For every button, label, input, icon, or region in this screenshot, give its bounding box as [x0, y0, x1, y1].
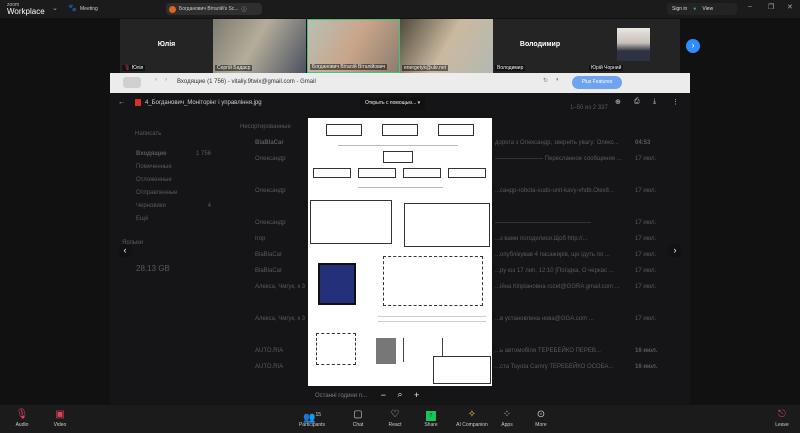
share-icon: ↑	[411, 408, 451, 422]
leave-icon: ⎋	[778, 409, 786, 420]
reload-icon[interactable]: ↻	[543, 77, 548, 84]
info-icon[interactable]: ⓘ	[241, 6, 246, 13]
participant-video-tile[interactable]: energetyk@ukr.net	[400, 19, 493, 73]
participant-tile[interactable]: Юрій Чорний	[587, 19, 680, 73]
back-icon[interactable]: ‹	[155, 77, 157, 83]
more-options-icon[interactable]: ⋮	[672, 98, 679, 106]
participant-name-large: Юлія	[157, 41, 176, 48]
plus-features-button[interactable]: Plus Features	[572, 76, 622, 89]
print-icon[interactable]: ⎙	[634, 98, 640, 106]
compose-button: Написать	[135, 131, 162, 137]
chat-button[interactable]: ▢ Chat	[338, 408, 378, 428]
leave-button[interactable]: ⎋ Leave	[762, 408, 800, 428]
meeting-paw-icon: 🐾	[68, 5, 77, 12]
participant-name: Сергій Бадаєр	[215, 65, 253, 71]
participant-tile[interactable]: Володимир Володимир	[493, 19, 587, 73]
email-peek-text: Останні години п...	[315, 393, 368, 399]
folder-inbox: Входящие 1 756	[136, 151, 211, 157]
diagram-block	[383, 151, 413, 163]
react-button[interactable]: ♡ React	[375, 408, 415, 428]
sensor-diagram	[376, 338, 396, 364]
heart-icon: ♡	[390, 409, 400, 420]
participant-name: Богданович Віталій Віталійович	[310, 64, 388, 70]
document-image	[308, 118, 492, 386]
browser-title: Входящие (1 756) - vitaliy.9twix@gmail.c…	[177, 79, 316, 85]
header-actions: Sign in ● View	[667, 3, 737, 15]
gmail-folder-list: Входящие 1 756 Помеченные Отложенные Отпр…	[116, 151, 211, 229]
open-with-label: Открыть с помощью...	[365, 100, 417, 106]
previous-image-button[interactable]: ‹	[118, 244, 132, 258]
browser-title-bar: ‹ › Входящие (1 756) - vitaliy.9twix@gma…	[110, 73, 690, 93]
folder-starred: Помеченные	[136, 164, 172, 170]
participant-tile[interactable]: Юлія 🎙 Юлія	[120, 19, 213, 73]
folder-drafts: Черновики 4	[136, 203, 211, 209]
participants-button[interactable]: 👥15 Participants	[292, 408, 332, 428]
sign-in-button[interactable]: Sign in	[672, 6, 687, 12]
device-photo	[318, 263, 356, 305]
maximize-icon[interactable]: ❐	[768, 3, 774, 11]
screen-share-pill[interactable]: Богданович Віталій's Sc... ⓘ	[166, 3, 262, 15]
share-indicator-icon	[169, 5, 176, 13]
mic-muted-icon: 🎙	[124, 65, 131, 71]
back-arrow-icon[interactable]: ←	[118, 99, 125, 106]
participant-name: Володимир	[495, 65, 526, 71]
minimize-icon[interactable]: –	[748, 3, 752, 10]
video-off-icon: ▣	[55, 409, 65, 420]
participant-video-tile[interactable]: Сергій Бадаєр	[213, 19, 306, 73]
diagram-block	[326, 124, 362, 136]
participant-video-tile-active[interactable]: Богданович Віталій Віталійович	[307, 19, 400, 73]
zoom-controls: − ⌕ +	[375, 386, 425, 403]
participant-name: Юрій Чорний	[589, 65, 624, 71]
participants-icon: 👥15	[302, 412, 321, 424]
share-button[interactable]: ↑ Share	[411, 408, 451, 428]
storage-used: 28.13 GB	[136, 264, 170, 273]
next-participants-button[interactable]: ›	[686, 39, 700, 53]
zoom-out-button[interactable]: −	[381, 390, 386, 400]
title-block	[433, 356, 491, 384]
meeting-label: Meeting	[80, 6, 98, 12]
chevron-down-icon[interactable]: ⌄	[52, 4, 58, 12]
chat-icon: ▢	[353, 409, 363, 420]
folder-sent: Отправленные	[136, 190, 178, 196]
circuit-diagram	[383, 256, 483, 306]
add-to-drive-icon[interactable]: ⊕	[615, 98, 621, 106]
zoom-title-bar: zoom Workplace ⌄ 🐾 Meeting Богданович Ві…	[0, 0, 800, 18]
image-file-icon	[135, 99, 141, 106]
participant-name: 🎙 Юлія	[122, 65, 146, 71]
share-pill-label: Богданович Віталій's Sc...	[179, 6, 239, 12]
security-shield-icon[interactable]: ●	[693, 6, 696, 12]
image-viewer: ← 4_Богданович_Моніторінг і управління.j…	[110, 93, 690, 410]
close-icon[interactable]: ✕	[787, 3, 793, 11]
tab-primary: Несортированные	[240, 124, 291, 130]
diagram-block	[382, 124, 418, 136]
file-name: 4_Богданович_Моніторінг і управління.jpg	[145, 100, 262, 106]
participant-name-large: Володимир	[519, 41, 561, 48]
video-button[interactable]: ▣ Video	[40, 408, 80, 428]
tab-icon[interactable]	[123, 77, 141, 88]
theme-icon[interactable]: ◐	[556, 77, 560, 83]
shared-screen: ‹ › Входящие (1 756) - vitaliy.9twix@gma…	[110, 73, 690, 410]
more-icon: ⊙	[536, 409, 546, 420]
participant-name: energetyk@ukr.net	[402, 65, 449, 71]
audio-button[interactable]: 🎙 Audio	[2, 408, 42, 428]
diagram-block	[438, 124, 474, 136]
zoom-logo: Workplace	[7, 7, 45, 16]
meeting-toolbar: 🎙 Audio ▣ Video 👥15 Participants ▢ Chat ♡ Rea…	[0, 405, 800, 433]
more-button[interactable]: ⊙ More	[521, 408, 561, 428]
circuit-diagram	[316, 333, 356, 365]
table	[404, 203, 490, 247]
participant-avatar	[617, 28, 650, 61]
zoom-fit-button[interactable]: ⌕	[397, 389, 402, 400]
zoom-in-button[interactable]: +	[414, 390, 419, 400]
forward-icon[interactable]: ›	[165, 77, 167, 83]
view-button[interactable]: View	[702, 6, 713, 12]
folder-more: Ещё	[136, 216, 149, 222]
mic-muted-icon: 🎙	[15, 409, 29, 420]
pagination: 1–50 из 2 337	[570, 105, 608, 111]
table	[310, 200, 392, 244]
download-icon[interactable]: ⤓	[653, 98, 656, 106]
open-with-dropdown[interactable]: Открыть с помощью... ▾	[360, 97, 426, 110]
folder-snoozed: Отложенные	[136, 177, 172, 183]
next-image-button[interactable]: ›	[668, 244, 682, 258]
